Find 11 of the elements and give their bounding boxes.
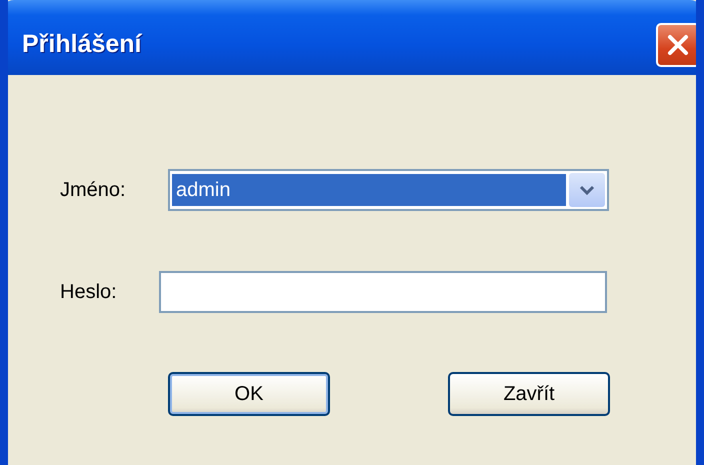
name-dropdown[interactable]: admin <box>168 169 609 211</box>
window-title: Přihlášení <box>22 30 142 59</box>
dropdown-button[interactable] <box>569 173 605 207</box>
dialog-button[interactable]: OK <box>168 372 330 416</box>
chevron-down-icon <box>579 184 595 196</box>
close-button[interactable] <box>656 22 696 66</box>
dialog-button[interactable]: Zavřít <box>448 372 610 416</box>
dropdown-value: admin <box>172 174 566 206</box>
field-label: Heslo: <box>60 280 118 304</box>
password-field[interactable] <box>159 271 607 313</box>
field-label: Jméno: <box>60 178 127 202</box>
